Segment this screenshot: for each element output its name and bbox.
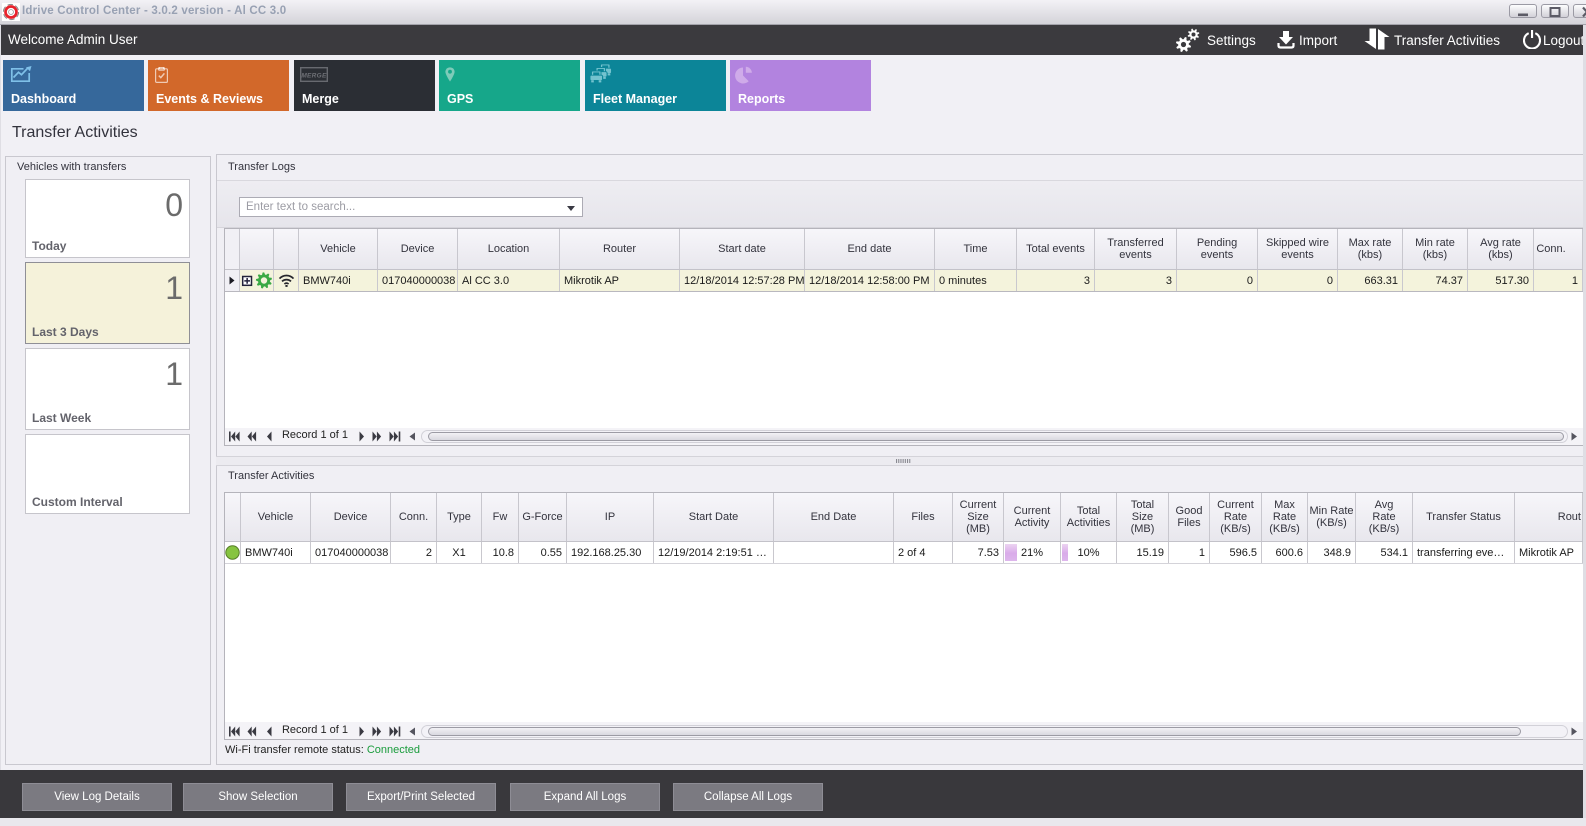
svg-text:MERGE: MERGE [301,73,327,80]
